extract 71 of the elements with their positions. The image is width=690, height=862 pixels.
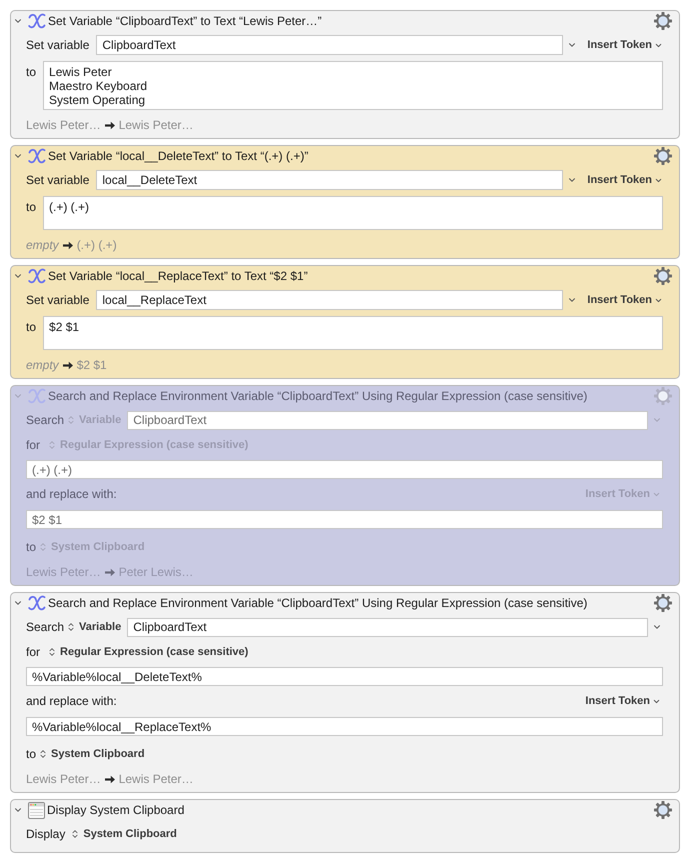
action-title: Display System Clipboard bbox=[47, 802, 186, 818]
old-value-text: Lewis Peter… bbox=[26, 564, 101, 580]
up-down-chevron-icon bbox=[38, 749, 48, 759]
insert-token-button[interactable]: Insert Token bbox=[587, 38, 663, 52]
up-down-chevron-icon bbox=[47, 440, 58, 450]
action-title: Set Variable “local__DeleteText” to Text “(.+) (.+)” bbox=[48, 148, 310, 164]
old-value-text: Lewis Peter… bbox=[26, 771, 101, 787]
field-label: to bbox=[26, 199, 36, 215]
new-value-text: $2 $1 bbox=[76, 357, 107, 373]
display-target-popup[interactable]: System Clipboard bbox=[70, 827, 177, 841]
field-label: to bbox=[26, 746, 36, 762]
old-value-text: empty bbox=[26, 357, 59, 373]
field-label: and replace with: bbox=[26, 486, 117, 502]
up-down-chevron-icon bbox=[47, 647, 58, 657]
new-value-text: Lewis Peter… bbox=[118, 117, 194, 133]
new-value-text: Peter Lewis… bbox=[118, 564, 194, 580]
variable-field[interactable]: ClipboardText bbox=[127, 618, 648, 636]
arrow-right-icon bbox=[62, 240, 73, 250]
arrow-right-icon bbox=[104, 120, 115, 130]
field-label: and replace with: bbox=[26, 693, 117, 709]
field-label: Set variable bbox=[26, 172, 90, 188]
gear-icon[interactable] bbox=[654, 801, 672, 819]
action-title: Set Variable “ClipboardText” to Text “Lewis Peter…” bbox=[48, 13, 323, 29]
field-label: to bbox=[26, 64, 36, 80]
field-label: to bbox=[26, 319, 36, 335]
window-icon bbox=[28, 802, 45, 818]
variable-field[interactable]: local__ReplaceText bbox=[96, 290, 564, 310]
source-popup[interactable]: Variable bbox=[66, 620, 122, 634]
new-value-text: (.+) (.+) bbox=[76, 237, 117, 253]
field-label: Display bbox=[26, 826, 66, 842]
field-label: Set variable bbox=[26, 37, 90, 53]
insert-token-button[interactable]: Insert Token bbox=[587, 293, 663, 307]
arrow-right-icon bbox=[104, 774, 115, 784]
text-field[interactable]: (.+) (.+) bbox=[43, 196, 663, 230]
gear-icon[interactable] bbox=[654, 267, 672, 285]
script-x-icon bbox=[28, 148, 46, 164]
search-pattern-field[interactable]: %Variable%local__DeleteText% bbox=[26, 667, 663, 686]
mode-popup[interactable]: Regular Expression (case sensitive) bbox=[47, 645, 248, 659]
gear-icon[interactable] bbox=[654, 12, 672, 30]
insert-token-button[interactable]: Insert Token bbox=[585, 694, 661, 708]
field-label: for bbox=[26, 644, 40, 660]
up-down-chevron-icon bbox=[66, 415, 76, 425]
variable-field[interactable]: ClipboardText bbox=[96, 35, 564, 55]
field-label: Search bbox=[26, 619, 64, 635]
new-value-text: Lewis Peter… bbox=[118, 771, 194, 787]
script-x-icon bbox=[28, 13, 46, 29]
gear-icon[interactable] bbox=[654, 147, 672, 165]
replacement-field[interactable]: %Variable%local__ReplaceText% bbox=[26, 717, 663, 736]
gear-icon[interactable] bbox=[654, 594, 672, 612]
destination-popup[interactable]: System Clipboard bbox=[38, 747, 145, 761]
old-value-text: Lewis Peter… bbox=[26, 117, 101, 133]
field-label: for bbox=[26, 437, 40, 453]
action-title: Set Variable “local__ReplaceText” to Text “$2 $1” bbox=[48, 268, 309, 284]
arrow-right-icon bbox=[62, 360, 73, 370]
script-x-icon bbox=[28, 268, 46, 284]
text-field[interactable]: Lewis Peter Maestro Keyboard System Operating bbox=[43, 61, 663, 110]
up-down-chevron-icon bbox=[70, 829, 80, 839]
text-field[interactable]: $2 $1 bbox=[43, 316, 663, 350]
action-title: Search and Replace Environment Variable “ClipboardText” Using Regular Expression (case sensitive) bbox=[48, 595, 588, 611]
field-label: Set variable bbox=[26, 292, 90, 308]
script-x-icon bbox=[28, 595, 46, 611]
script-x-icon bbox=[28, 388, 46, 404]
variable-field[interactable]: local__DeleteText bbox=[96, 170, 564, 190]
insert-token-button[interactable]: Insert Token bbox=[587, 173, 663, 187]
arrow-right-icon bbox=[104, 568, 115, 576]
field-label: Search bbox=[26, 412, 64, 428]
up-down-chevron-icon bbox=[66, 622, 76, 632]
up-down-chevron-icon bbox=[38, 542, 48, 552]
field-label: to bbox=[26, 539, 36, 555]
action-title: Search and Replace Environment Variable “ClipboardText” Using Regular Expression (case sensitive) bbox=[48, 388, 588, 404]
old-value-text: empty bbox=[26, 237, 59, 253]
